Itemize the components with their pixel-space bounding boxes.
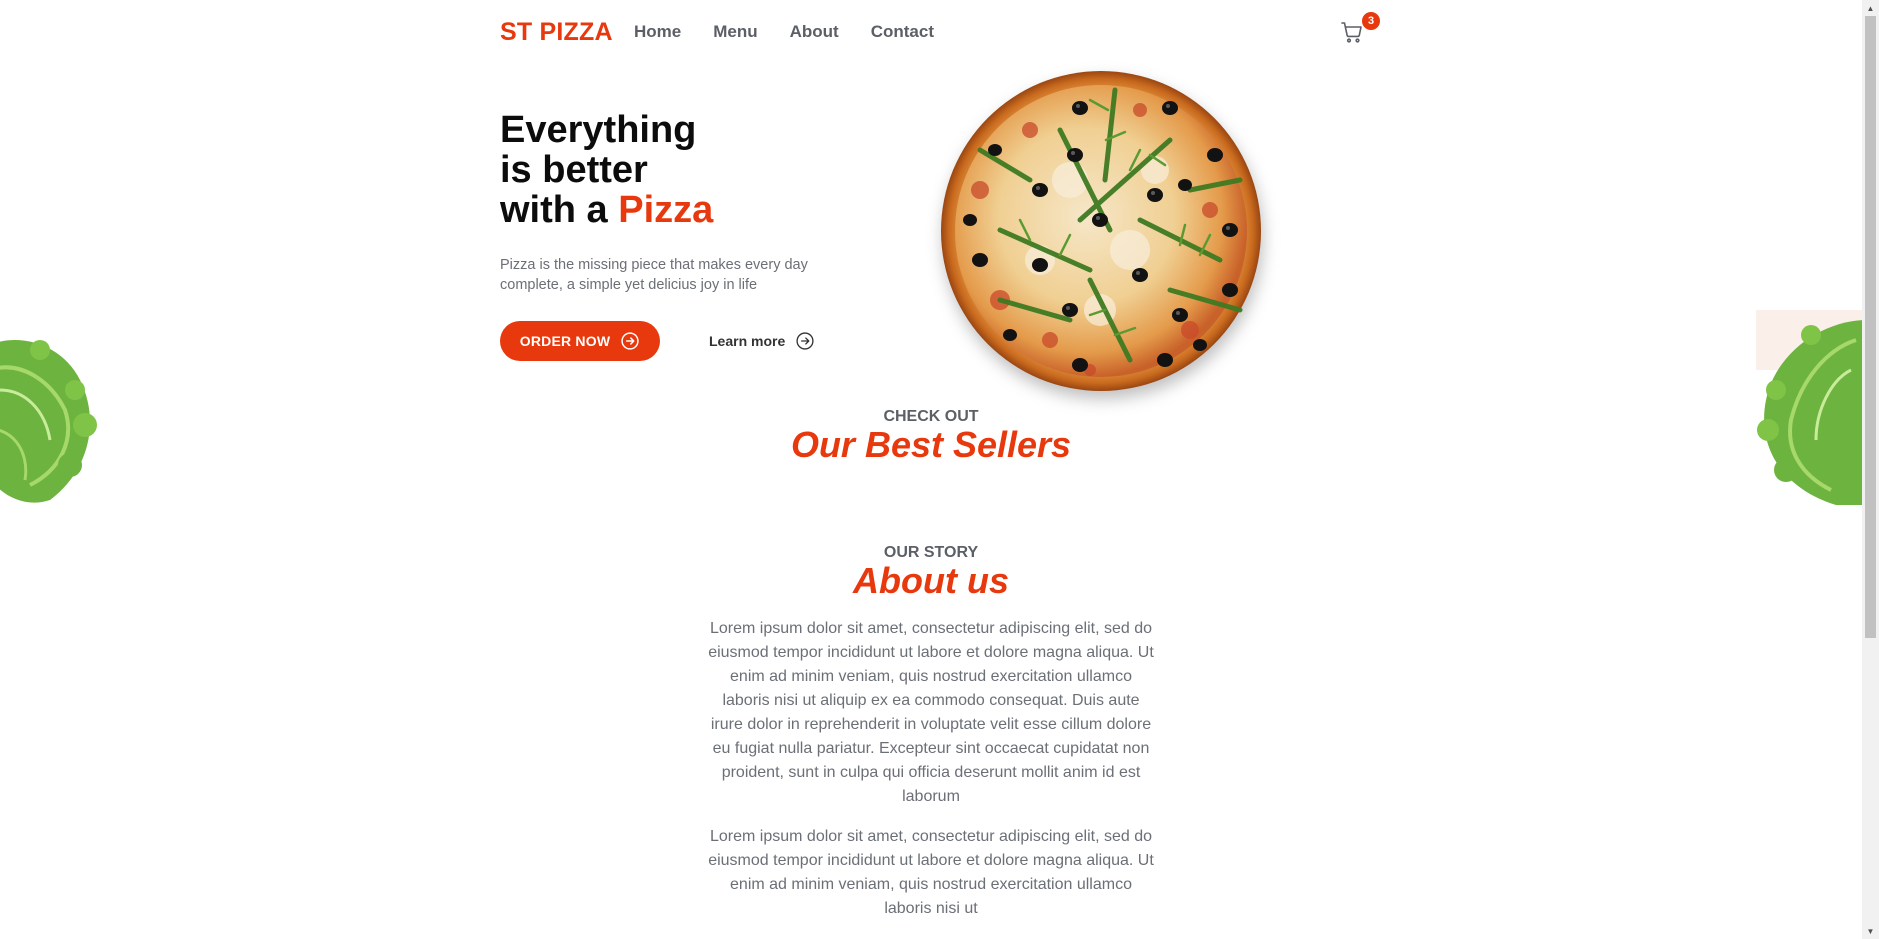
hero-title-accent: Pizza (618, 189, 714, 231)
about-paragraph-2: Lorem ipsum dolor sit amet, consectetur … (708, 828, 1154, 917)
main-nav: Home Menu About Contact (634, 22, 934, 42)
nav-link-menu[interactable]: Menu (713, 22, 757, 42)
hero-title-line1: Everything (500, 109, 697, 151)
scroll-down-icon[interactable]: ▼ (1862, 923, 1879, 939)
page: ST PIZZA Home Menu About Contact 3 Every… (0, 0, 1862, 939)
about-paragraph-1: Lorem ipsum dolor sit amet, consectetur … (708, 620, 1154, 805)
order-now-button[interactable]: ORDER NOW (500, 321, 660, 361)
learn-more-label: Learn more (709, 333, 786, 349)
scroll-up-icon[interactable]: ▲ (1862, 0, 1879, 16)
scrollbar-thumb[interactable] (1865, 16, 1876, 638)
site-header: ST PIZZA Home Menu About Contact 3 (500, 0, 1380, 64)
arrow-circle-right-icon (621, 332, 639, 350)
about-title: About us (853, 560, 1009, 601)
best-sellers-title: Our Best Sellers (790, 424, 1072, 465)
hero-title-line3: with a (500, 189, 619, 231)
arrow-circle-right-icon (796, 332, 814, 350)
site-logo[interactable]: ST PIZZA (500, 18, 613, 47)
order-now-label: ORDER NOW (519, 333, 611, 349)
nav-link-contact[interactable]: Contact (871, 22, 934, 42)
hero-title: Everything is better with a Pizza (500, 110, 713, 230)
cart-count-badge: 3 (1362, 12, 1380, 30)
hero-description: Pizza is the missing piece that makes ev… (500, 257, 808, 293)
learn-more-button[interactable]: Learn more (709, 330, 815, 352)
cart-icon (1341, 22, 1362, 43)
hero-pizza-image (940, 70, 1262, 392)
vertical-scrollbar[interactable]: ▲ ▼ (1862, 0, 1879, 939)
nav-link-about[interactable]: About (790, 22, 839, 42)
hero-title-line2: is better (500, 149, 648, 191)
nav-link-home[interactable]: Home (634, 22, 681, 42)
